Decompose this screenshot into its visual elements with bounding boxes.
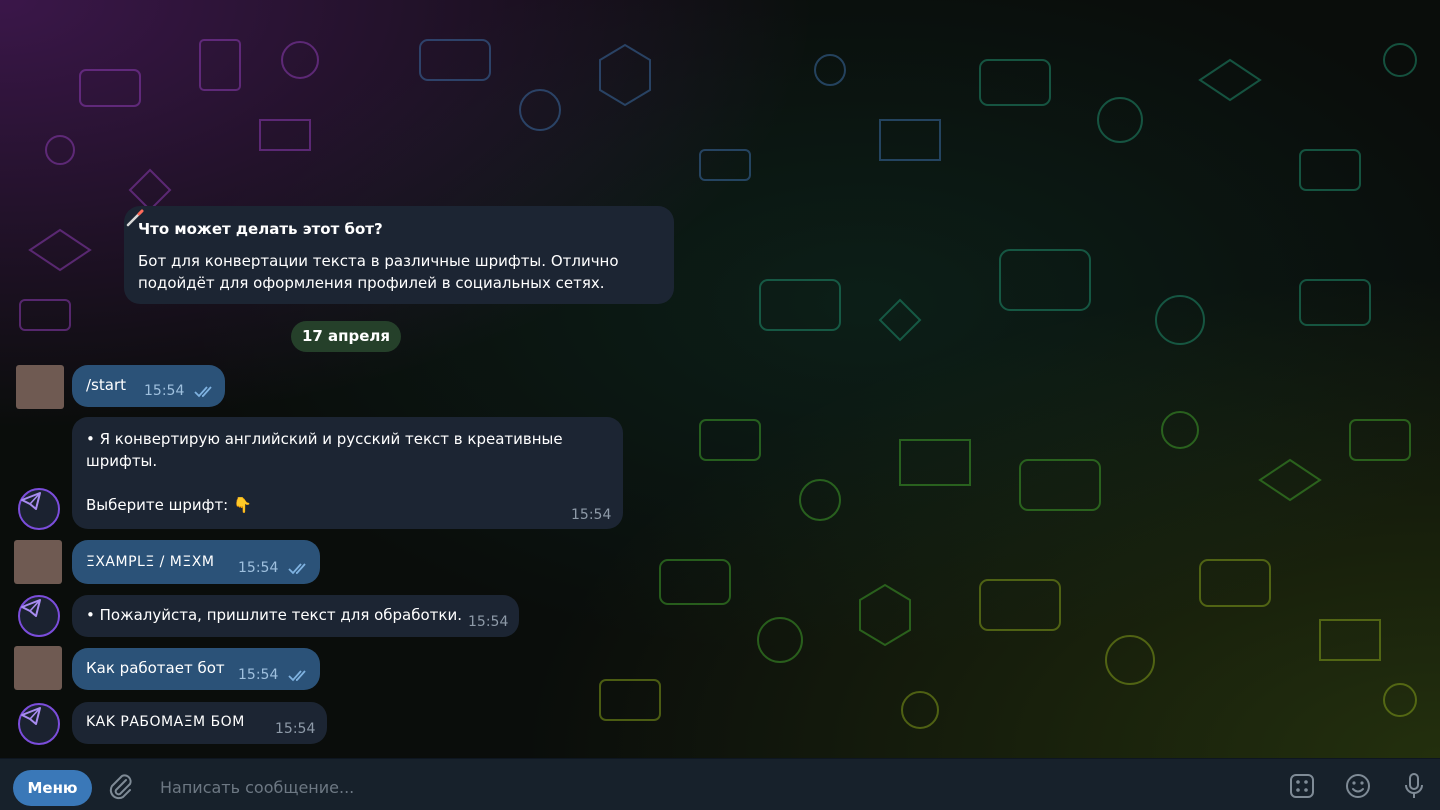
bot-commands-icon[interactable] [1287, 771, 1317, 801]
bot-avatar[interactable] [18, 703, 60, 745]
telegram-plane-icon [21, 599, 41, 617]
user-avatar[interactable] [16, 365, 64, 409]
user-avatar[interactable] [14, 646, 62, 690]
bot-description-text: Бот для конвертации текста в различные ш… [138, 252, 624, 292]
paperclip-icon[interactable] [106, 771, 134, 801]
telegram-plane-icon [21, 492, 41, 510]
menu-button[interactable]: Меню [13, 770, 92, 806]
magic-wand-icon [126, 209, 144, 227]
message-time: 15:54 [571, 507, 612, 523]
user-avatar[interactable] [14, 540, 62, 584]
message-composer: Меню [0, 758, 1440, 810]
message-text: /start [86, 376, 126, 394]
bot-avatar[interactable] [18, 488, 60, 530]
bot-description-card: Что может делать этот бот? Бот для конве… [124, 206, 674, 304]
telegram-plane-icon [21, 707, 41, 725]
message-incoming[interactable]: ΚΑΚ ΡΑБΟΜΑΞΜ БΟΜ 15:54 [72, 702, 327, 744]
message-outgoing[interactable]: Как работает бот 15:54 [72, 648, 320, 690]
microphone-icon[interactable] [1399, 771, 1429, 801]
read-receipt-icon [288, 670, 306, 682]
emoji-icon[interactable] [1343, 771, 1373, 801]
message-text: ΚΑΚ ΡΑБΟΜΑΞΜ БΟΜ [86, 714, 245, 730]
message-text: Как работает бот [86, 659, 225, 677]
message-outgoing[interactable]: /start 15:54 [72, 365, 225, 407]
message-outgoing[interactable]: ΞΧΑΜΡLΞ / ΜΞΧΜ 15:54 [72, 540, 320, 584]
message-incoming[interactable]: • Я конвертирую английский и русский тек… [72, 417, 623, 529]
message-time: 15:54 [468, 614, 509, 630]
message-time: 15:54 [238, 667, 279, 683]
message-time: 15:54 [238, 560, 279, 576]
message-text: ΞΧΑΜΡLΞ / ΜΞΧΜ [86, 554, 215, 570]
message-input[interactable] [158, 773, 1262, 801]
date-separator: 17 апреля [291, 321, 401, 352]
message-text: • Пожалуйста, пришлите текст для обработ… [86, 606, 462, 624]
read-receipt-icon [194, 386, 212, 398]
message-time: 15:54 [275, 721, 316, 737]
message-incoming[interactable]: • Пожалуйста, пришлите текст для обработ… [72, 595, 519, 637]
bot-description-title: Что может делать этот бот? [138, 220, 383, 238]
bot-avatar[interactable] [18, 595, 60, 637]
chat-area[interactable]: Что может делать этот бот? Бот для конве… [0, 0, 1440, 758]
message-time: 15:54 [144, 383, 185, 399]
read-receipt-icon [288, 563, 306, 575]
message-text: • Я конвертирую английский и русский тек… [86, 430, 563, 514]
